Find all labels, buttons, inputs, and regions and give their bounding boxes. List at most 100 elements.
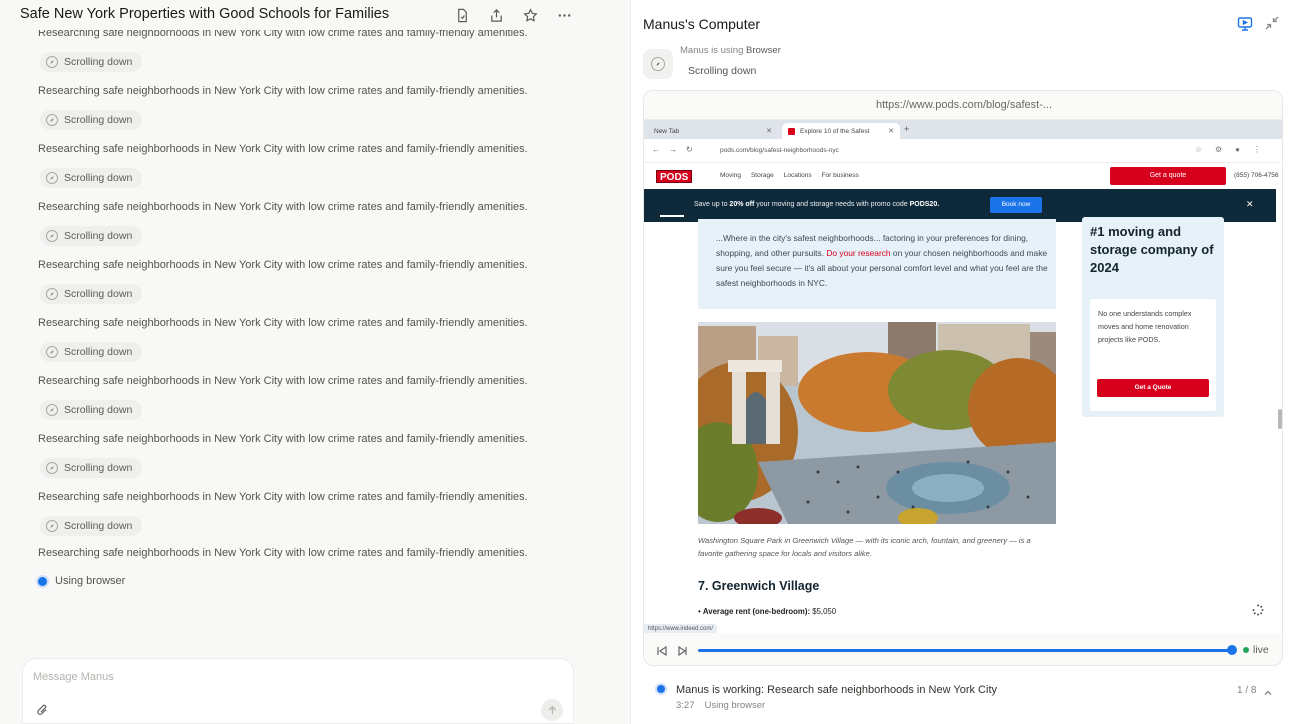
list-item: Researching safe neighborhoods in New Yo… bbox=[38, 196, 598, 254]
action-chip[interactable]: Scrolling down bbox=[40, 342, 143, 362]
agent-tool-badge bbox=[643, 49, 673, 79]
star-icon[interactable] bbox=[520, 6, 540, 24]
new-tab-icon[interactable]: + bbox=[904, 124, 909, 134]
promo-prefix: Save up to bbox=[694, 201, 730, 208]
browser-nav-icons[interactable]: ←→↻ bbox=[652, 145, 702, 154]
chevron-up-icon[interactable] bbox=[1263, 685, 1273, 695]
list-item: Researching safe neighborhoods in New Yo… bbox=[38, 80, 598, 138]
working-dot-icon bbox=[657, 685, 665, 693]
live-label[interactable]: live bbox=[1253, 644, 1269, 656]
close-icon[interactable]: ✕ bbox=[1246, 199, 1254, 210]
status-text: Using browser bbox=[55, 575, 126, 587]
compass-icon bbox=[46, 230, 58, 242]
status-line: Using browser bbox=[38, 575, 125, 587]
nav-link[interactable]: Moving bbox=[720, 172, 741, 179]
chat-header-actions bbox=[452, 6, 574, 24]
nav-link[interactable]: Storage bbox=[751, 172, 774, 179]
action-chip[interactable]: Scrolling down bbox=[40, 110, 143, 130]
close-icon[interactable]: ✕ bbox=[766, 127, 772, 135]
browser-toolbar-icons[interactable]: ☆⚙●⋮ bbox=[1195, 145, 1274, 154]
file-icon[interactable] bbox=[452, 6, 472, 24]
address-bar[interactable]: pods.com/blog/safest-neighborhoods-nyc bbox=[720, 147, 839, 154]
working-dot-icon bbox=[38, 576, 47, 586]
compass-icon bbox=[46, 462, 58, 474]
action-chip[interactable]: Scrolling down bbox=[40, 226, 143, 246]
browser-tab-active[interactable]: Explore 10 of the Safest ✕ bbox=[782, 123, 900, 139]
step-text: Researching safe neighborhoods in New Yo… bbox=[38, 491, 528, 503]
tab-label: Explore 10 of the Safest bbox=[800, 127, 870, 135]
action-label: Scrolling down bbox=[64, 56, 133, 68]
chat-step-list: Researching safe neighborhoods in New Yo… bbox=[38, 22, 598, 587]
step-text: Researching safe neighborhoods in New Yo… bbox=[38, 201, 528, 213]
book-now-button[interactable]: Book now bbox=[990, 197, 1042, 213]
skip-back-icon[interactable] bbox=[656, 644, 668, 657]
pods-logo[interactable]: PODS bbox=[656, 170, 693, 183]
promo-accent bbox=[660, 215, 684, 217]
more-icon[interactable] bbox=[554, 6, 574, 24]
action-label: Scrolling down bbox=[64, 404, 133, 416]
list-item: Researching safe neighborhoods in New Yo… bbox=[38, 370, 598, 428]
action-label: Scrolling down bbox=[64, 346, 133, 358]
list-item: Researching safe neighborhoods in New Yo… bbox=[38, 254, 598, 312]
pods-favicon-icon bbox=[788, 127, 795, 135]
ad-quote-button[interactable]: Get a Quote bbox=[1097, 379, 1209, 397]
task-title: Manus is working: Research safe neighbor… bbox=[676, 684, 997, 696]
monitor-icon[interactable] bbox=[1237, 16, 1253, 32]
browser-tab[interactable]: New Tab ✕ bbox=[648, 123, 778, 139]
action-chip[interactable]: Scrolling down bbox=[40, 52, 143, 72]
share-icon[interactable] bbox=[486, 6, 506, 24]
section-heading: 7. Greenwich Village bbox=[698, 579, 820, 593]
article-link[interactable]: Do your research bbox=[826, 248, 890, 258]
action-label: Scrolling down bbox=[64, 114, 133, 126]
timeline-track[interactable] bbox=[698, 649, 1234, 652]
task-progress-bar[interactable]: Manus is working: Research safe neighbor… bbox=[643, 676, 1283, 722]
computer-title: Manus's Computer bbox=[643, 16, 761, 32]
compass-icon bbox=[46, 172, 58, 184]
compass-icon bbox=[46, 288, 58, 300]
action-label: Scrolling down bbox=[64, 172, 133, 184]
action-chip[interactable]: Scrolling down bbox=[40, 168, 143, 188]
promo-discount: 20% off bbox=[729, 201, 755, 208]
action-label: Scrolling down bbox=[64, 288, 133, 300]
browser-viewer: https://www.pods.com/blog/safest-... New… bbox=[643, 90, 1283, 666]
action-label: Scrolling down bbox=[64, 462, 133, 474]
task-time: 3:27 bbox=[676, 700, 695, 711]
action-label: Scrolling down bbox=[64, 230, 133, 242]
agent-tool-line: Manus is using Browser bbox=[680, 45, 781, 56]
browser-status-url: https://www.indeed.com/ bbox=[644, 624, 718, 633]
promo-text: Save up to 20% off your moving and stora… bbox=[694, 201, 939, 208]
compass-icon bbox=[46, 114, 58, 126]
action-chip[interactable]: Scrolling down bbox=[40, 458, 143, 478]
arrow-up-icon bbox=[548, 705, 556, 714]
action-chip[interactable]: Scrolling down bbox=[40, 284, 143, 304]
action-chip[interactable]: Scrolling down bbox=[40, 400, 143, 420]
agent-tool: Browser bbox=[746, 45, 781, 56]
browser-address-row: ←→↻ pods.com/blog/safest-neighborhoods-n… bbox=[644, 139, 1282, 163]
step-text: Researching safe neighborhoods in New Yo… bbox=[38, 143, 528, 155]
scrollbar[interactable] bbox=[1278, 409, 1282, 429]
promo-code: PODS20. bbox=[909, 201, 940, 208]
sidebar-ad-card: #1 moving and storage company of 2024 No… bbox=[1082, 217, 1224, 417]
chat-pane: Safe New York Properties with Good Schoo… bbox=[0, 0, 630, 724]
task-meta: 3:27 Using browser bbox=[676, 700, 765, 711]
step-text: Researching safe neighborhoods in New Yo… bbox=[38, 547, 528, 559]
live-dot-icon bbox=[1243, 647, 1249, 653]
get-quote-button[interactable]: Get a quote bbox=[1110, 167, 1226, 185]
play-icon[interactable] bbox=[676, 644, 688, 657]
phone-number[interactable]: (855) 706-4756 bbox=[1234, 172, 1278, 179]
message-input[interactable]: Message Manus bbox=[33, 671, 114, 683]
step-text: Researching safe neighborhoods in New Yo… bbox=[38, 375, 528, 387]
nav-link[interactable]: Locations bbox=[784, 172, 812, 179]
list-item: Researching safe neighborhoods in New Yo… bbox=[38, 22, 598, 80]
send-button[interactable] bbox=[541, 699, 563, 721]
browser-tabstrip: New Tab ✕ Explore 10 of the Safest ✕ + bbox=[644, 120, 1282, 139]
photo-caption: Washington Square Park in Greenwich Vill… bbox=[698, 536, 1031, 558]
timeline-knob[interactable] bbox=[1227, 645, 1237, 655]
viewer-url: https://www.pods.com/blog/safest-... bbox=[644, 91, 1282, 119]
close-icon[interactable]: ✕ bbox=[888, 127, 894, 135]
nav-link[interactable]: For business bbox=[822, 172, 859, 179]
collapse-icon[interactable] bbox=[1265, 16, 1279, 30]
paperclip-icon[interactable] bbox=[35, 702, 51, 718]
action-chip[interactable]: Scrolling down bbox=[40, 516, 143, 536]
article-callout: ...Where in the city's safest neighborho… bbox=[698, 219, 1056, 309]
